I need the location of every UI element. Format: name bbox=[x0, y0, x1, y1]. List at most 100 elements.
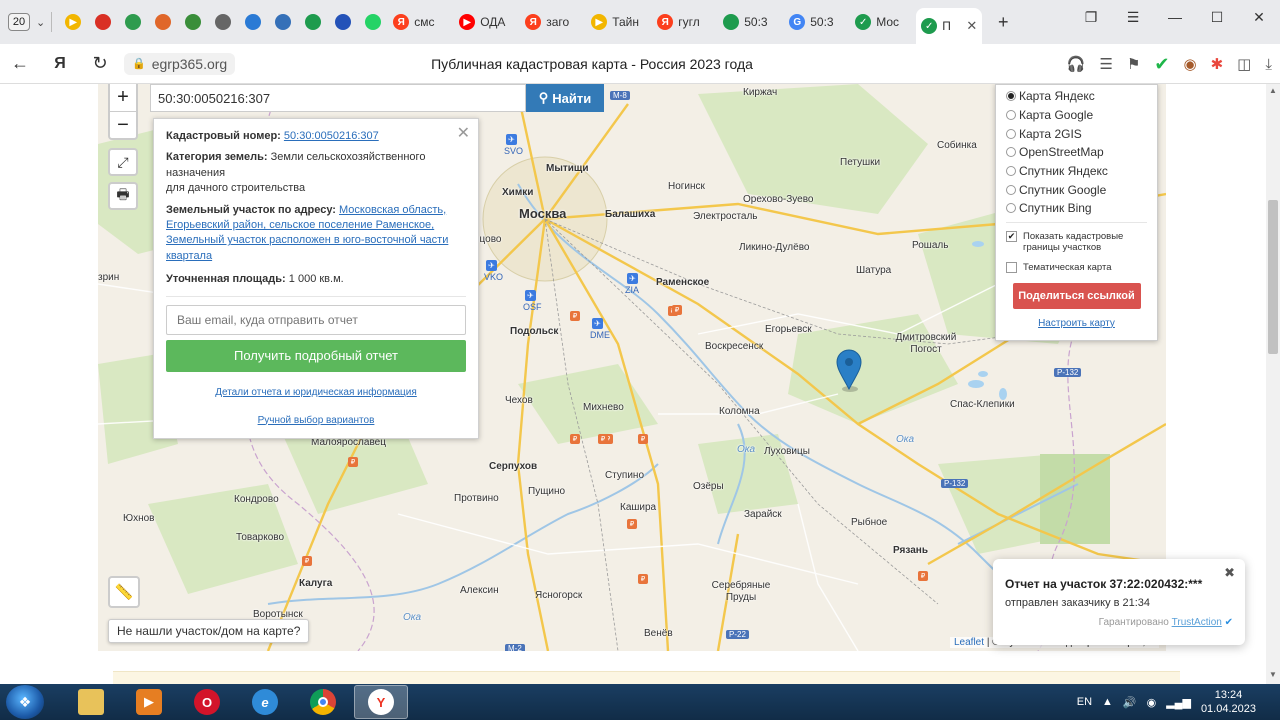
map-city-label: Калуга bbox=[299, 578, 333, 589]
minimize-button[interactable]: — bbox=[1154, 9, 1196, 25]
avatar-extension-icon[interactable]: ◉ bbox=[1184, 55, 1197, 73]
zoom-out-button[interactable]: − bbox=[110, 111, 136, 138]
browser-tab[interactable] bbox=[88, 6, 118, 38]
browser-tab[interactable]: ▶ Тайн bbox=[586, 6, 652, 38]
scrollbar-thumb[interactable] bbox=[1268, 200, 1278, 354]
show-borders-checkbox[interactable]: ✔ Показать кадастровые границы участков bbox=[1006, 230, 1147, 253]
leaflet-link[interactable]: Leaflet bbox=[954, 637, 984, 648]
browser-tab[interactable]: Ясмс bbox=[388, 6, 454, 38]
taskbar-opera[interactable]: O bbox=[180, 685, 234, 719]
tab-count: 20 bbox=[8, 13, 30, 31]
close-notification-icon[interactable]: ✖ bbox=[1224, 565, 1235, 581]
layer-option[interactable]: Спутник Яндекс bbox=[1006, 162, 1147, 181]
not-found-button[interactable]: Не нашли участок/дом на карте? bbox=[108, 619, 310, 643]
domain-text: egrp365.org bbox=[151, 55, 228, 72]
bookmark-icon[interactable]: ⚑ bbox=[1127, 55, 1140, 73]
ruler-button[interactable]: 📏 bbox=[108, 576, 140, 608]
signal-icon[interactable]: ▂▄▆ bbox=[1166, 696, 1191, 709]
browser-tab[interactable] bbox=[328, 6, 358, 38]
back-button[interactable]: ← bbox=[0, 53, 40, 74]
language-indicator[interactable]: EN bbox=[1077, 696, 1092, 708]
start-button[interactable]: ❖ bbox=[6, 685, 44, 719]
get-report-button[interactable]: Получить подробный отчет bbox=[166, 339, 466, 372]
reader-icon[interactable]: ☰ bbox=[1100, 55, 1113, 73]
browser-tab[interactable] bbox=[298, 6, 328, 38]
rail-station-icon: ₽ bbox=[570, 434, 580, 444]
cadastral-number-link[interactable]: 50:30:0050216:307 bbox=[284, 130, 379, 142]
taskbar-explorer[interactable] bbox=[64, 685, 118, 719]
airport-icon: ✈ bbox=[525, 290, 536, 301]
zoom-in-button[interactable]: + bbox=[110, 84, 136, 111]
layer-option[interactable]: Спутник Bing bbox=[1006, 199, 1147, 218]
clock[interactable]: 13:24 01.04.2023 bbox=[1201, 688, 1256, 717]
layer-option[interactable]: Карта Яндекс bbox=[1006, 87, 1147, 106]
manual-selection-link[interactable]: Ручной выбор вариантов bbox=[258, 415, 375, 426]
browser-tab[interactable]: G 50:3 bbox=[784, 6, 850, 38]
print-button[interactable]: 🖶 bbox=[108, 182, 138, 210]
reload-button[interactable]: ↻ bbox=[80, 53, 120, 74]
volume-icon[interactable]: 🔊 bbox=[1123, 696, 1137, 709]
divider bbox=[166, 295, 466, 297]
layer-option[interactable]: Спутник Google bbox=[1006, 180, 1147, 199]
browser-tab[interactable]: ✓ П ✕ bbox=[916, 8, 983, 44]
scroll-up-icon[interactable]: ▲ bbox=[1269, 86, 1277, 95]
taskbar-chrome[interactable] bbox=[296, 685, 350, 719]
browser-tab[interactable] bbox=[268, 6, 298, 38]
close-window-button[interactable]: ✕ bbox=[1238, 9, 1280, 26]
page-scrollbar[interactable]: ▲ ▼ bbox=[1266, 84, 1280, 684]
browser-tab[interactable]: 50:3 bbox=[718, 6, 784, 38]
browser-tab[interactable]: ✓ Моc bbox=[850, 6, 916, 38]
email-field[interactable] bbox=[166, 304, 466, 335]
browser-tab[interactable] bbox=[178, 6, 208, 38]
expand-icon: ⤢ bbox=[117, 153, 129, 170]
extensions-icon[interactable]: ◫ bbox=[1237, 55, 1251, 73]
browser-tab[interactable] bbox=[208, 6, 238, 38]
share-link-button[interactable]: Поделиться ссылкой bbox=[1012, 282, 1141, 309]
map-city-label: Михнево bbox=[583, 402, 624, 413]
map-city-label: Ока bbox=[896, 434, 915, 445]
network-icon[interactable]: ◉ bbox=[1147, 696, 1157, 709]
url-field[interactable]: 🔒 egrp365.org bbox=[124, 52, 236, 75]
taskbar-yandex-browser[interactable]: Y bbox=[354, 685, 408, 719]
area-label: Уточненная площадь: bbox=[166, 273, 286, 286]
layer-option[interactable]: Карта 2GIS bbox=[1006, 124, 1147, 143]
browser-tab[interactable]: ▶ bbox=[58, 6, 88, 38]
new-tab-button[interactable]: + bbox=[990, 9, 1016, 35]
map-city-label: Ока bbox=[403, 612, 422, 623]
browser-tab[interactable]: Ягугл bbox=[652, 6, 718, 38]
tray-arrow-icon[interactable]: ▲ bbox=[1102, 696, 1113, 708]
check-extension-icon[interactable]: ✔ bbox=[1154, 54, 1169, 75]
close-tab-icon[interactable]: ✕ bbox=[966, 18, 977, 34]
yandex-home-icon[interactable]: Я bbox=[40, 55, 80, 73]
download-icon[interactable]: ⤓ bbox=[1265, 56, 1272, 73]
configure-map-link[interactable]: Настроить карту bbox=[1006, 318, 1147, 329]
tab-count-button[interactable]: 20 ⌄ bbox=[8, 13, 45, 31]
trustaction-link[interactable]: TrustAction bbox=[1172, 617, 1222, 628]
dots-extension-icon[interactable]: ✱ bbox=[1211, 55, 1224, 73]
system-tray: EN ▲ 🔊 ◉ ▂▄▆ 13:24 01.04.2023 bbox=[1077, 684, 1280, 720]
layer-option[interactable]: Карта Google bbox=[1006, 106, 1147, 125]
search-button[interactable]: ⚲ Найти bbox=[526, 84, 604, 112]
fullscreen-button[interactable]: ⤢ bbox=[108, 148, 138, 176]
cadastral-search-input[interactable] bbox=[150, 84, 526, 112]
headphones-icon[interactable]: 🎧 bbox=[1067, 55, 1086, 73]
thematic-map-checkbox[interactable]: Тематическая карта bbox=[1006, 261, 1147, 273]
taskbar-media-player[interactable]: ▶ bbox=[122, 685, 176, 719]
browser-tab[interactable] bbox=[118, 6, 148, 38]
maximize-button[interactable]: ☐ bbox=[1196, 9, 1238, 26]
collections-icon[interactable]: ❐ bbox=[1070, 9, 1112, 26]
browser-tab[interactable]: ▶ ОДА bbox=[454, 6, 520, 38]
menu-icon[interactable]: ☰ bbox=[1112, 9, 1154, 26]
map-city-label: Алексин bbox=[460, 585, 499, 596]
browser-tab[interactable] bbox=[238, 6, 268, 38]
map-city-label: Серебряные Пруды bbox=[711, 580, 771, 603]
scroll-down-icon[interactable]: ▼ bbox=[1269, 670, 1277, 679]
taskbar-ie[interactable]: e bbox=[238, 685, 292, 719]
layer-option[interactable]: OpenStreetMap bbox=[1006, 143, 1147, 162]
tab-label: 50:3 bbox=[810, 15, 834, 29]
browser-tab[interactable] bbox=[358, 6, 388, 38]
report-details-link[interactable]: Детали отчета и юридическая информация bbox=[215, 387, 417, 398]
browser-tab[interactable] bbox=[148, 6, 178, 38]
browser-tab[interactable]: Язаго bbox=[520, 6, 586, 38]
close-icon[interactable]: ✕ bbox=[457, 123, 470, 145]
